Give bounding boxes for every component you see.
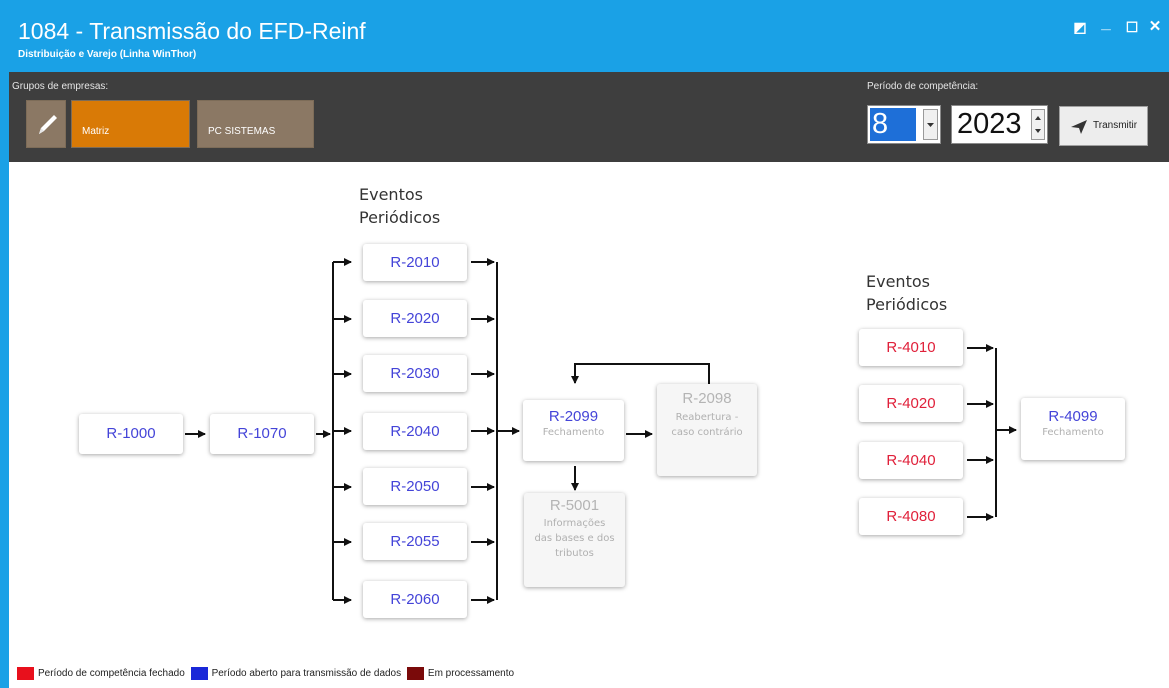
toolbar: Grupos de empresas: Matriz PC SISTEMAS P… xyxy=(9,72,1169,162)
transmit-button[interactable]: Transmitir xyxy=(1059,106,1148,146)
event-r2040[interactable]: R-2040 xyxy=(363,413,467,450)
period-label: Período de competência: xyxy=(867,81,979,92)
month-select[interactable]: 8 xyxy=(867,105,941,144)
heading-periodic-events-right: Eventos Periódicos xyxy=(866,272,948,314)
event-code: R-2050 xyxy=(390,478,440,495)
event-description: Fechamento xyxy=(542,427,605,438)
year-spinner[interactable]: 2023 xyxy=(951,105,1048,144)
month-value: 8 xyxy=(870,108,916,141)
legend-swatch xyxy=(406,667,424,680)
event-code: R-2098 xyxy=(682,390,732,407)
groups-label: Grupos de empresas: xyxy=(12,81,109,92)
legend-swatch xyxy=(17,667,34,680)
event-r2098[interactable]: R-2098 Reabertura - caso contrário xyxy=(657,384,757,476)
event-code: R-4099 xyxy=(1048,408,1098,425)
event-r4020[interactable]: R-4020 xyxy=(859,385,963,422)
event-r4010[interactable]: R-4010 xyxy=(859,329,963,366)
legend-label: Período aberto para transmissão de dados xyxy=(211,668,402,680)
event-code: R-2030 xyxy=(390,365,440,382)
legend-label: Período de competência fechado xyxy=(38,668,185,680)
heading-periodic-events-left: Eventos Periódicos xyxy=(359,185,441,227)
event-r2060[interactable]: R-2060 xyxy=(363,581,467,618)
group-button-matriz[interactable]: Matriz xyxy=(71,100,190,148)
group-label: PC SISTEMAS xyxy=(208,126,276,137)
event-code: R-5001 xyxy=(549,497,600,514)
event-code: R-2060 xyxy=(390,591,440,608)
paper-plane-icon xyxy=(1071,120,1087,134)
group-button-pc-sistemas[interactable]: PC SISTEMAS xyxy=(197,100,314,148)
event-code: R-4080 xyxy=(886,508,936,525)
year-value: 2023 xyxy=(957,108,1022,140)
legend-item-open: Período aberto para transmissão de dados xyxy=(190,667,402,680)
event-code: R-2010 xyxy=(390,254,440,271)
chevron-down-icon xyxy=(927,123,934,127)
event-diagram: Eventos Periódicos Eventos Periódicos R-… xyxy=(9,162,1169,652)
group-label: Matriz xyxy=(82,126,110,137)
event-code: R-4020 xyxy=(886,395,936,412)
event-code: R-1000 xyxy=(106,425,156,442)
window-title: 1084 - Transmissão do EFD-Reinf xyxy=(18,18,366,44)
window-subtitle: Distribuição e Varejo (Linha WinThor) xyxy=(18,49,197,60)
event-r4040[interactable]: R-4040 xyxy=(859,442,963,479)
legend-swatch xyxy=(190,667,208,680)
title-bar: 1084 - Transmissão do EFD-Reinf Distribu… xyxy=(0,0,1169,72)
maximize-icon[interactable]: ☐ xyxy=(1121,18,1143,38)
spin-arrows-icon xyxy=(1035,116,1041,133)
event-r1000[interactable]: R-1000 xyxy=(79,414,183,454)
event-code: R-2040 xyxy=(390,423,440,440)
close-icon[interactable]: ✕ xyxy=(1144,18,1166,38)
year-spin-buttons[interactable] xyxy=(1031,109,1045,140)
event-r5001[interactable]: R-5001 Informações das bases e dos tribu… xyxy=(524,493,625,587)
event-r2030[interactable]: R-2030 xyxy=(363,355,467,392)
status-legend: Período de competência fechado Período a… xyxy=(17,667,517,683)
event-code: R-2020 xyxy=(390,310,440,327)
legend-item-closed: Período de competência fechado xyxy=(17,667,185,680)
event-code: R-2099 xyxy=(548,408,599,425)
app-window: 1084 - Transmissão do EFD-Reinf Distribu… xyxy=(0,0,1169,688)
edit-groups-button[interactable] xyxy=(26,100,66,148)
pencil-icon xyxy=(39,115,57,134)
event-code: R-4010 xyxy=(886,339,936,356)
month-dropdown-button[interactable] xyxy=(923,109,938,140)
event-code: R-4040 xyxy=(886,452,936,469)
event-r2010[interactable]: R-2010 xyxy=(363,244,467,281)
event-r1070[interactable]: R-1070 xyxy=(210,414,314,454)
event-code: R-1070 xyxy=(237,425,287,442)
legend-label: Em processamento xyxy=(427,668,515,680)
restore-icon[interactable]: ◩ xyxy=(1069,18,1091,38)
event-code: R-2055 xyxy=(390,533,440,550)
minimize-icon[interactable]: _ xyxy=(1095,14,1117,38)
event-r2050[interactable]: R-2050 xyxy=(363,468,467,505)
event-r2020[interactable]: R-2020 xyxy=(363,300,467,337)
window-border xyxy=(0,0,9,688)
event-description: Fechamento xyxy=(1042,427,1104,438)
event-r4080[interactable]: R-4080 xyxy=(859,498,963,535)
event-r2055[interactable]: R-2055 xyxy=(363,523,467,560)
event-r4099[interactable]: R-4099 Fechamento xyxy=(1021,398,1125,460)
event-description: Informações das bases e dos tributos xyxy=(534,518,615,559)
event-r2099[interactable]: R-2099 Fechamento xyxy=(523,400,624,461)
transmit-label: Transmitir xyxy=(1093,120,1138,131)
event-description: Reabertura - caso contrário xyxy=(671,412,743,438)
legend-item-processing: Em processamento xyxy=(406,667,515,680)
